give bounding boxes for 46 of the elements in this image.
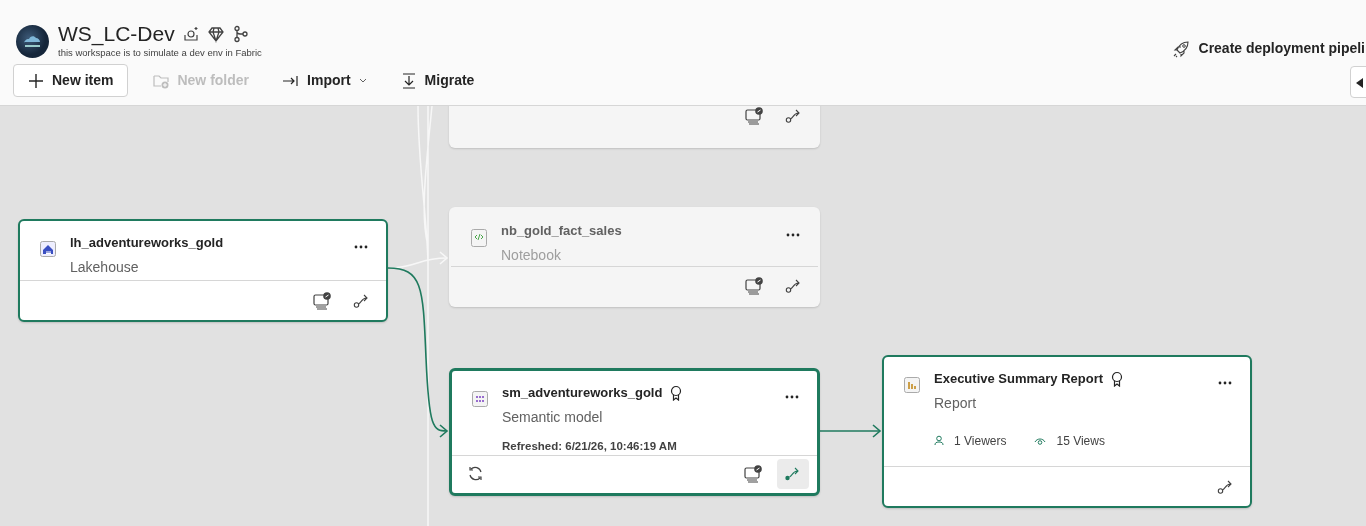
lineage-button[interactable] <box>777 459 809 490</box>
monitor-badge-icon <box>745 276 763 295</box>
node-card[interactable]: Executive Summary Report Report 1 Viewers 15 Views <box>882 355 1252 508</box>
node-title: sm_adventureworks_gold <box>502 384 663 402</box>
node-card[interactable] <box>449 106 820 148</box>
node-type: Semantic model <box>502 407 604 427</box>
node-card[interactable]: nb_gold_fact_sales Notebook <box>449 207 820 307</box>
rocket-icon <box>1172 39 1191 58</box>
node-type: Lakehouse <box>70 257 140 277</box>
monitor-badge-icon <box>744 465 762 484</box>
more-icon <box>1218 381 1232 386</box>
migrate-button[interactable]: Migrate <box>391 65 484 97</box>
person-icon <box>934 435 944 446</box>
more-icon <box>786 233 800 238</box>
node-type: Notebook <box>501 245 562 265</box>
monitor-badge-icon <box>313 291 331 310</box>
node-type: Report <box>934 393 978 413</box>
node-title: nb_gold_fact_sales <box>501 222 622 240</box>
notebook-code-icon <box>471 229 487 247</box>
more-icon <box>785 395 799 400</box>
workspace-avatar <box>16 24 49 58</box>
migrate-icon <box>400 72 417 89</box>
semantic-model-icon <box>472 391 488 409</box>
bar-chart-icon <box>904 377 920 395</box>
node-card[interactable]: lh_adventureworks_gold Lakehouse <box>18 219 388 322</box>
refreshed-time: Refreshed: 6/21/26, 10:46:19 AM <box>502 438 678 454</box>
chevron-down-icon <box>358 77 367 85</box>
node-card[interactable]: sm_adventureworks_gold Semantic model Refreshed: 6/21/26, 10:46:19 AM <box>449 368 820 496</box>
node-title: lh_adventureworks_gold <box>70 234 224 252</box>
folder-add-icon <box>153 72 170 89</box>
workspace-description: this workspace is to simulate a dev env in Fabric <box>58 46 262 60</box>
stat-text: 15 Views <box>1056 432 1105 450</box>
new-item-button[interactable]: New item <box>13 64 129 98</box>
plus-icon <box>28 72 44 89</box>
branch-icon <box>231 25 250 43</box>
lakehouse-icon <box>40 241 56 259</box>
create-deployment-pipeline-button[interactable]: Create deployment pipeli <box>1163 33 1366 64</box>
workspace-title: WS_LC-Dev <box>58 22 175 46</box>
stat-text: 1 Viewers <box>954 432 1007 450</box>
import-button[interactable]: Import <box>274 65 376 97</box>
more-icon <box>354 245 368 250</box>
caret-left-icon <box>1356 77 1364 88</box>
eye-icon <box>1034 435 1047 446</box>
settings-sparkle-icon <box>181 25 200 43</box>
node-title: Executive Summary Report <box>934 370 1104 388</box>
diamond-icon <box>206 25 225 43</box>
